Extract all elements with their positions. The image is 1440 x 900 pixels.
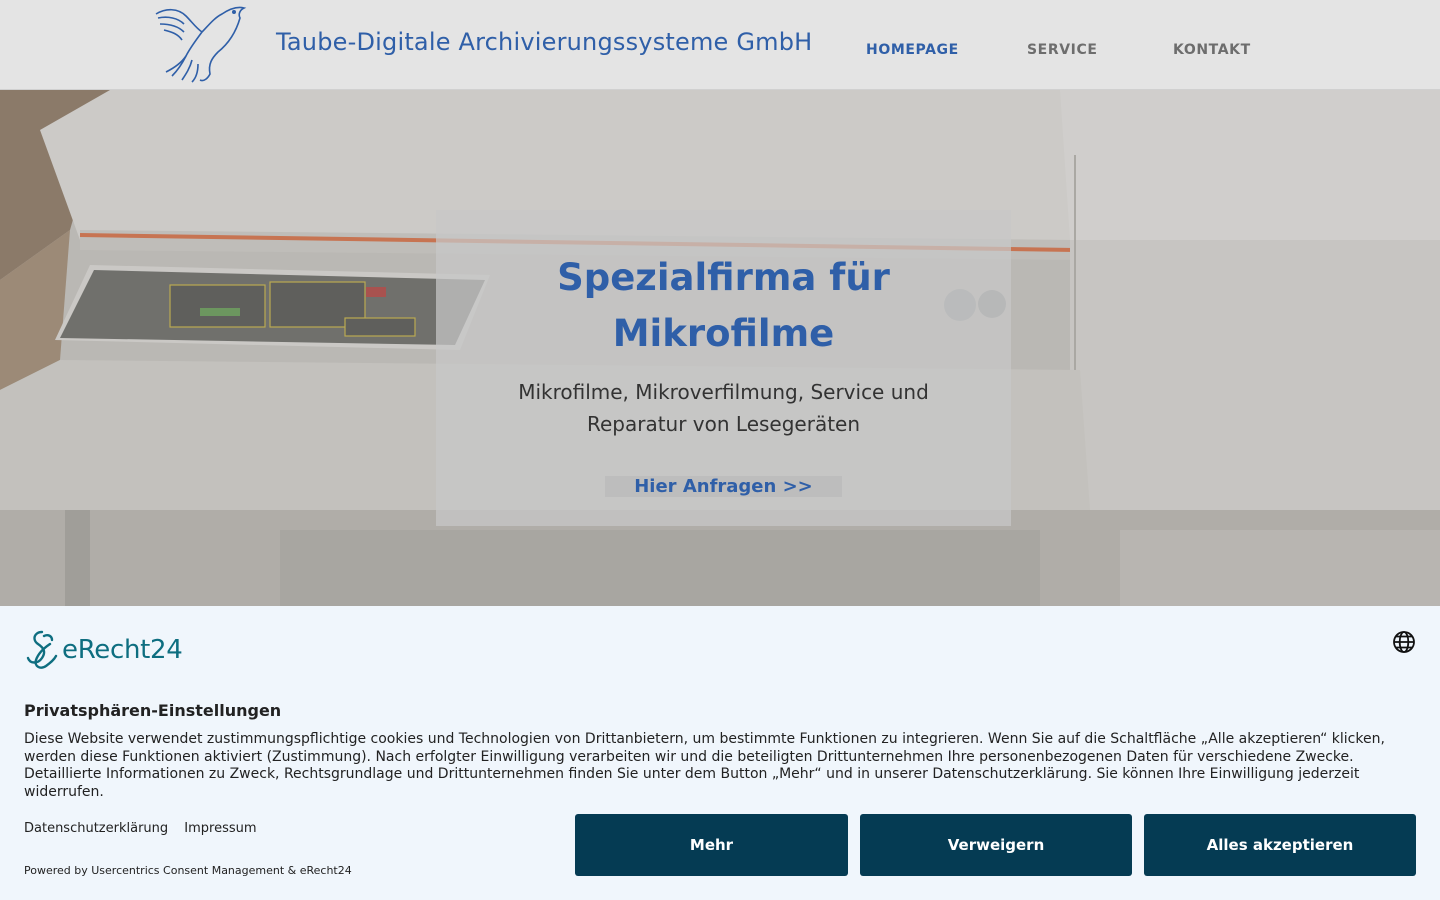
globe-icon[interactable] [1392, 630, 1416, 654]
erecht24-icon [26, 630, 58, 669]
site-header: Taube-Digitale Archivierungssysteme GmbH… [0, 0, 1440, 90]
more-button[interactable]: Mehr [575, 814, 848, 876]
hero-card: Spezialfirma für Mikrofilme Mikrofilme, … [436, 210, 1011, 526]
nav-homepage[interactable]: HOMEPAGE [866, 42, 959, 58]
cookie-consent-banner: eRecht24 Privatsphären-Einstellungen Die… [0, 606, 1440, 900]
powered-by-text: Powered by Usercentrics Consent Manageme… [24, 864, 352, 877]
nav-kontakt[interactable]: KONTAKT [1173, 42, 1251, 58]
hero-section: Spezialfirma für Mikrofilme Mikrofilme, … [0, 90, 1440, 606]
nav-service[interactable]: SERVICE [1027, 42, 1098, 58]
dove-icon[interactable] [152, 2, 248, 84]
imprint-link[interactable]: Impressum [184, 821, 256, 836]
inquiry-button[interactable]: Hier Anfragen >> [605, 476, 842, 497]
consent-text: Diese Website verwendet zustimmungspflic… [24, 731, 1385, 801]
consent-title: Privatsphären-Einstellungen [24, 701, 282, 720]
accept-all-button[interactable]: Alles akzeptieren [1144, 814, 1416, 876]
privacy-policy-link[interactable]: Datenschutzerklärung [24, 821, 168, 836]
deny-button[interactable]: Verweigern [860, 814, 1132, 876]
hero-title: Spezialfirma für Mikrofilme [557, 256, 890, 355]
hero-subtitle: Mikrofilme, Mikroverfilmung, Service und… [518, 380, 929, 436]
site-title[interactable]: Taube-Digitale Archivierungssysteme GmbH [276, 28, 812, 56]
erecht24-logo: eRecht24 [24, 630, 183, 670]
erecht24-brand-text: eRecht24 [62, 635, 183, 665]
consent-links: Datenschutzerklärung Impressum [24, 821, 269, 836]
